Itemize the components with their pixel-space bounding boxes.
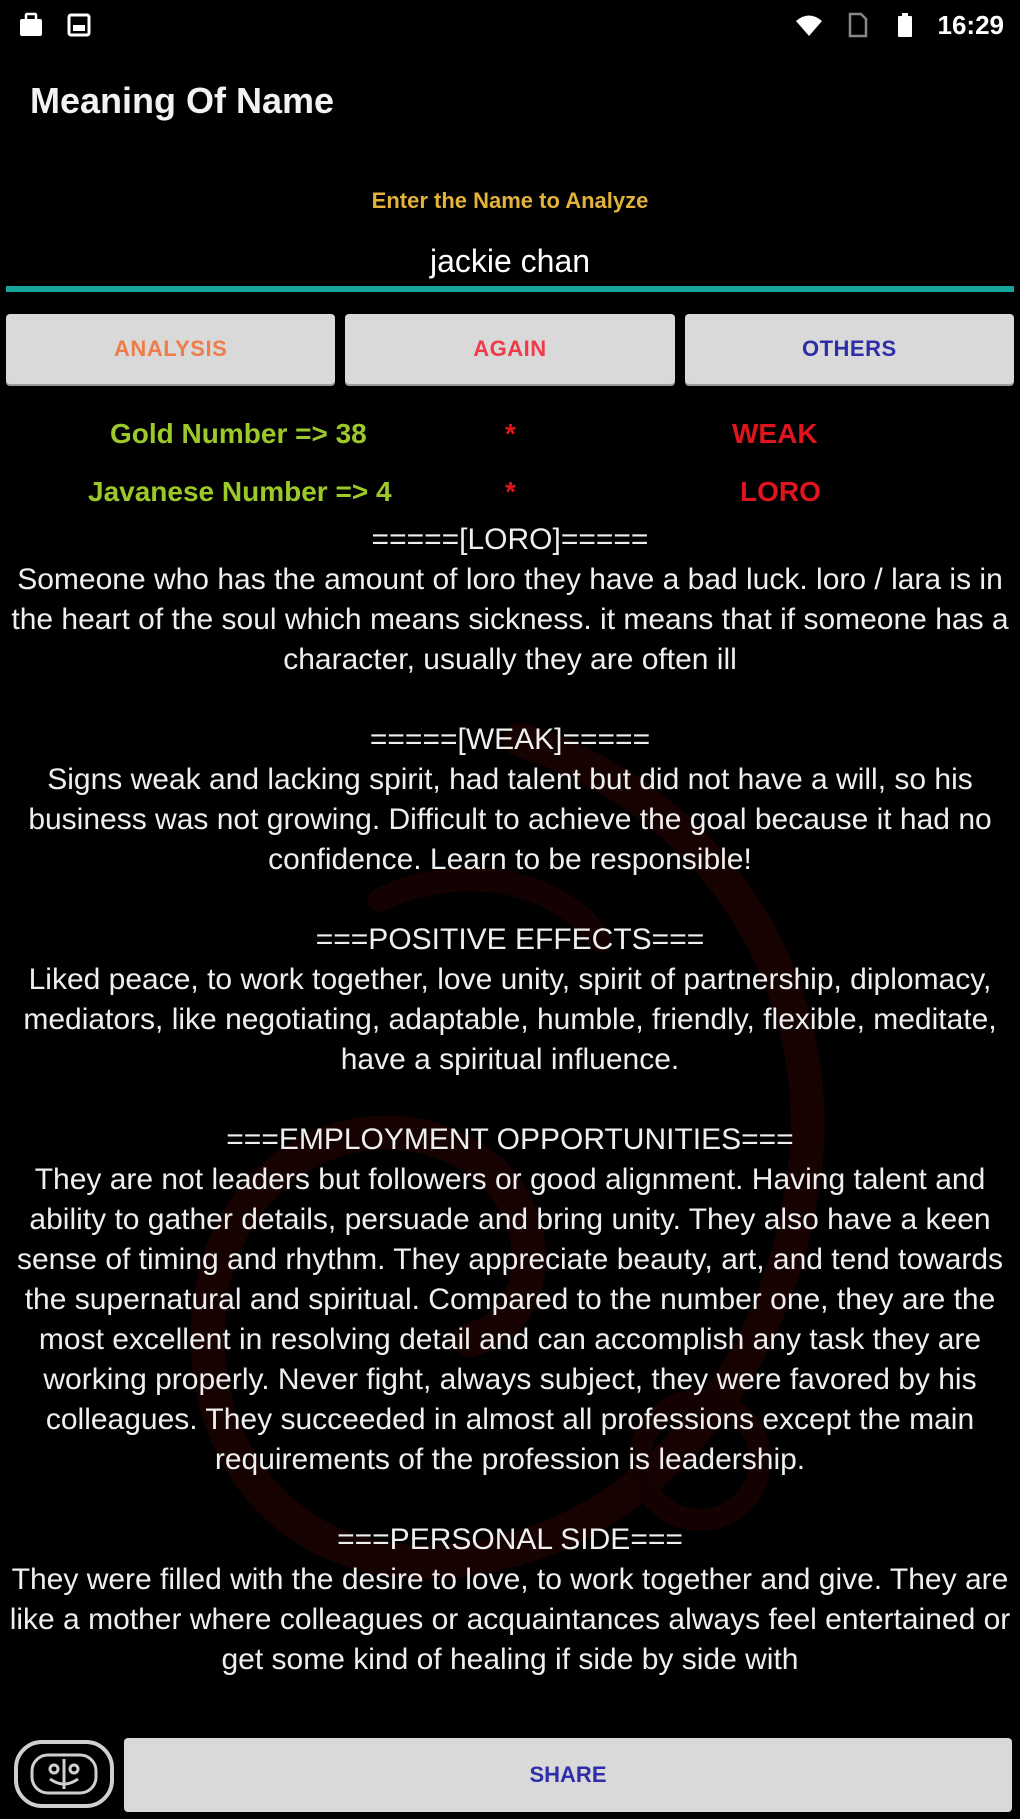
section-text: They are not leaders but followers or go… [16, 1163, 1004, 1476]
gold-number-label: Gold Number => 38 [110, 418, 367, 449]
action-buttons: ANALYSIS AGAIN OTHERS [6, 314, 1014, 384]
section-text: Signs weak and lacking spirit, had talen… [28, 763, 992, 876]
section-heading: ===POSITIVE EFFECTS=== [315, 923, 705, 956]
sim-icon [848, 12, 867, 38]
page-title: Meaning Of Name [30, 80, 335, 121]
battery-icon [897, 13, 912, 37]
photo-icon [67, 13, 91, 37]
share-button[interactable]: SHARE [124, 1738, 1012, 1812]
again-button[interactable]: AGAIN [345, 314, 675, 384]
status-time: 16:29 [937, 9, 1005, 40]
briefcase-icon [20, 12, 42, 36]
section-text: They were filled with the desire to love… [9, 1563, 1011, 1676]
emoji-button[interactable] [14, 1740, 114, 1808]
section-personal-side: ===PERSONAL SIDE=== They were filled wit… [0, 1520, 1020, 1680]
javanese-number-label: Javanese Number => 4 [88, 476, 392, 507]
input-label: Enter the Name to Analyze [371, 188, 649, 213]
emoji-icon [30, 1753, 98, 1795]
analysis-button[interactable]: ANALYSIS [6, 314, 336, 384]
others-button[interactable]: OTHERS [684, 314, 1014, 384]
javanese-number-row: Javanese Number => 4 * LORO [0, 476, 1020, 520]
javanese-number-value: LORO [740, 476, 821, 507]
gold-number-star: * [505, 418, 516, 449]
app-screen: 16:29 Meaning Of Name Enter the Name to … [0, 0, 1020, 1819]
section-heading: =====[WEAK]===== [369, 723, 651, 756]
bottom-bar: SHARE [0, 1732, 1020, 1819]
gold-number-row: Gold Number => 38 * WEAK [0, 418, 1020, 462]
section-heading: ===EMPLOYMENT OPPORTUNITIES=== [226, 1123, 794, 1156]
name-input[interactable] [6, 236, 1014, 292]
section-heading: ===PERSONAL SIDE=== [337, 1523, 683, 1556]
section-text: Liked peace, to work together, love unit… [23, 963, 997, 1076]
gold-number-value: WEAK [732, 418, 818, 449]
analysis-content: =====[LORO]===== Someone who has the amo… [0, 520, 1020, 1720]
section-weak: =====[WEAK]===== Signs weak and lacking … [0, 720, 1020, 880]
section-loro: =====[LORO]===== Someone who has the amo… [0, 520, 1020, 680]
section-heading: =====[LORO]===== [371, 523, 649, 556]
section-positive-effects: ===POSITIVE EFFECTS=== Liked peace, to w… [0, 920, 1020, 1080]
section-text: Someone who has the amount of loro they … [11, 563, 1009, 676]
section-employment-opportunities: ===EMPLOYMENT OPPORTUNITIES=== They are … [0, 1120, 1020, 1480]
status-bar: 16:29 [0, 0, 1020, 50]
javanese-number-star: * [505, 476, 516, 507]
wifi-icon [795, 15, 822, 36]
